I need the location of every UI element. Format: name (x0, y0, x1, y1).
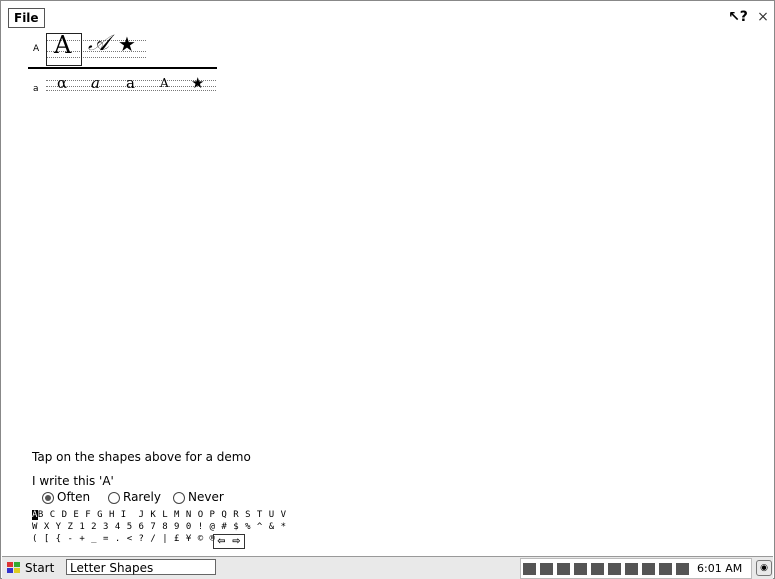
demo-hint: Tap on the shapes above for a demo (32, 450, 251, 464)
upper-row-label: A (33, 44, 40, 54)
printer-icon[interactable] (608, 562, 621, 575)
pen-icon[interactable] (625, 562, 638, 575)
lower-shape-5[interactable]: ★ (191, 74, 204, 92)
lower-shape-4[interactable]: A (160, 76, 169, 90)
radio-often-circle (42, 491, 54, 504)
lower-shape-1[interactable]: α (57, 74, 67, 92)
calendar-icon[interactable] (574, 562, 587, 575)
pointer-help-icon: ↖ (728, 9, 740, 25)
start-button[interactable]: Start (6, 559, 54, 577)
device-icon[interactable] (557, 562, 570, 575)
charmap-scroll-arrows: ⇦ ⇨ (213, 534, 245, 549)
arrow-right-icon[interactable]: ⇨ (229, 535, 244, 548)
window: File ↖? × A A 𝒜 ★ a α a a A ★ Tap on the… (0, 0, 775, 579)
system-tray: 6:01 AM (520, 558, 752, 579)
help-button[interactable]: ↖? (726, 6, 750, 28)
lower-row-label: a (33, 84, 39, 94)
upload-arrow-icon[interactable] (591, 562, 604, 575)
charmap-line-1[interactable]: AB C D E F G H I J K L M N O P Q R S T U… (32, 510, 287, 520)
clock[interactable]: 6:01 AM (697, 562, 742, 575)
keyboard-icon[interactable] (659, 562, 672, 575)
show-desktop-icon[interactable]: ◉ (756, 560, 772, 576)
charmap-line-2[interactable]: W X Y Z 1 2 3 4 5 6 7 8 9 0 ! @ # $ % ^ … (32, 522, 287, 532)
menu-bar: File ↖? × (2, 2, 773, 31)
network-icon[interactable] (523, 562, 536, 575)
lower-shape-3[interactable]: a (126, 74, 135, 92)
charmap-line-3[interactable]: ( [ { - + _ = . < ? / | £ ¥ © ® (32, 534, 215, 544)
connection-icon[interactable] (540, 562, 553, 575)
radio-rarely[interactable]: Rarely (108, 490, 161, 504)
file-menu[interactable]: File (8, 8, 45, 28)
windows-flag-icon (6, 561, 22, 575)
radio-often[interactable]: Often (42, 490, 90, 504)
lower-shape-2[interactable]: a (91, 74, 100, 92)
arrow-left-icon[interactable]: ⇦ (214, 535, 229, 548)
frequency-question: I write this 'A' (32, 474, 114, 488)
taskbar: Start Letter Shapes 6:01 AM ◉ (2, 556, 773, 579)
radio-rarely-circle (108, 491, 120, 504)
close-button[interactable]: × (754, 6, 772, 28)
upper-shape-3[interactable]: ★ (118, 32, 136, 56)
volume-icon[interactable] (676, 562, 689, 575)
radio-never-circle (173, 491, 185, 504)
upper-shape-2[interactable]: 𝒜 (88, 31, 109, 56)
taskbar-task-letter-shapes[interactable]: Letter Shapes (66, 559, 216, 575)
display-icon[interactable] (642, 562, 655, 575)
row-separator (28, 67, 217, 69)
upper-shape-1[interactable]: A (54, 31, 71, 59)
radio-never[interactable]: Never (173, 490, 224, 504)
